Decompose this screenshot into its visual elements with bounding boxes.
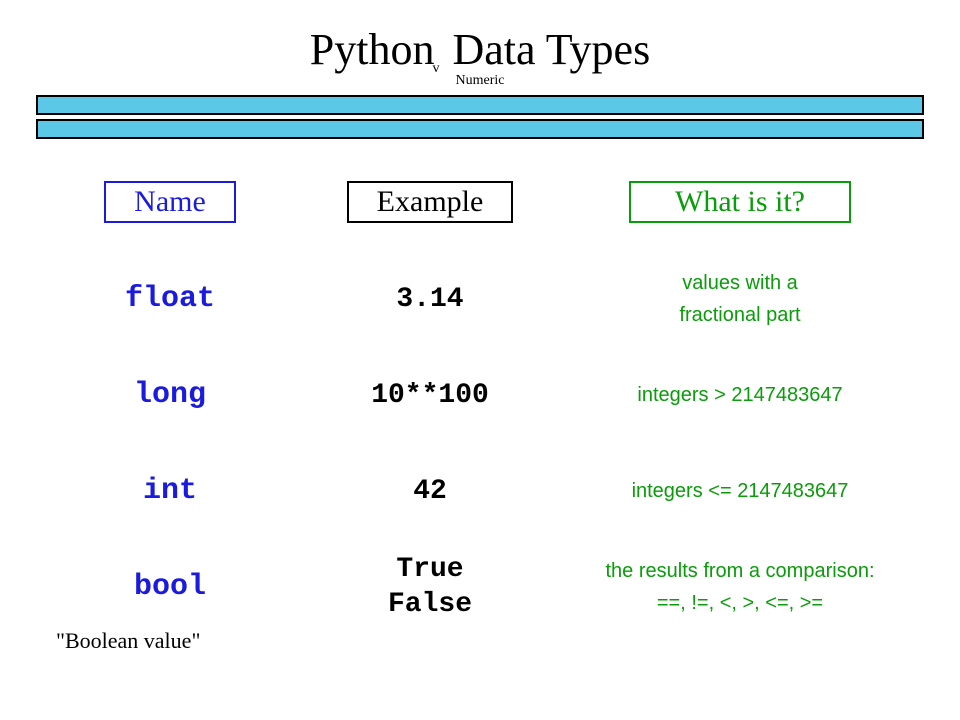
cell-what: integers <= 2147483647 [560, 475, 920, 507]
title-part-after: Data Types [441, 25, 650, 74]
footer-note: "Boolean value" [56, 628, 200, 654]
title-part-before: Python [310, 25, 435, 74]
cell-name: float [40, 282, 300, 316]
header-what: What is it? [629, 181, 851, 223]
title-area: Pythonv Data Types Numeric [0, 0, 960, 89]
page-title: Pythonv Data Types [310, 24, 650, 75]
cell-name: bool [40, 570, 300, 604]
header-example-cell: Example [300, 181, 560, 223]
cell-what: values with a fractional part [560, 267, 920, 331]
header-example: Example [347, 181, 514, 223]
cell-example: True False [300, 552, 560, 622]
bar-bottom [36, 119, 924, 139]
column-headers: Name Example What is it? [0, 181, 960, 223]
cell-name: int [40, 474, 300, 508]
cell-what: the results from a comparison: ==, !=, <… [560, 555, 920, 619]
cell-example: 10**100 [300, 378, 560, 413]
table-row: int 42 integers <= 2147483647 [40, 443, 920, 539]
cell-what: integers > 2147483647 [560, 379, 920, 411]
subtitle: Numeric [0, 73, 960, 89]
decorative-bars [36, 95, 924, 139]
table-row: float 3.14 values with a fractional part [40, 251, 920, 347]
title-subscript: v [432, 61, 439, 76]
bar-top [36, 95, 924, 115]
cell-example: 42 [300, 474, 560, 509]
header-name: Name [104, 181, 236, 223]
header-name-cell: Name [40, 181, 300, 223]
table-row: bool True False the results from a compa… [40, 539, 920, 635]
cell-name: long [40, 378, 300, 412]
data-rows: float 3.14 values with a fractional part… [0, 251, 960, 635]
table-row: long 10**100 integers > 2147483647 [40, 347, 920, 443]
header-what-cell: What is it? [560, 181, 920, 223]
cell-example: 3.14 [300, 282, 560, 317]
